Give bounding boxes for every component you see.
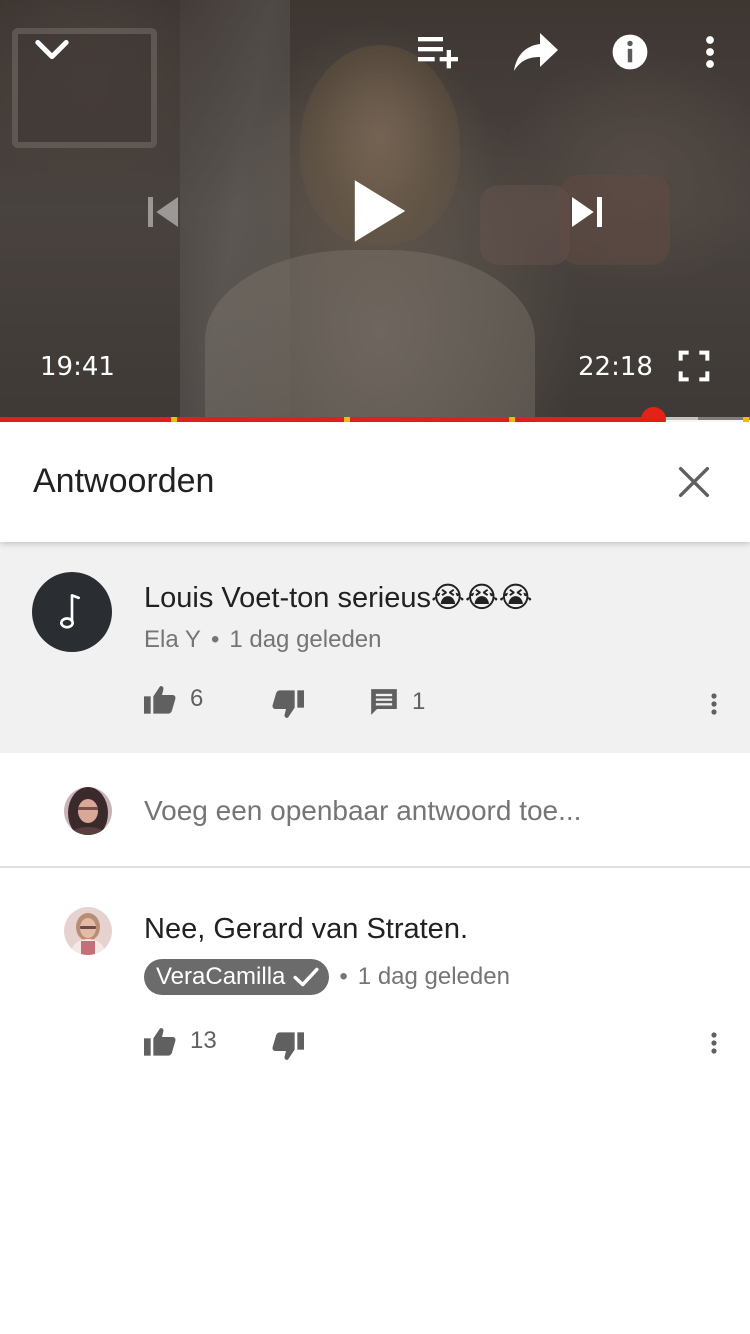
reply-input-row: [0, 753, 750, 868]
thumbs-up-icon: [144, 1028, 176, 1056]
thumbs-down-icon: [272, 1032, 304, 1060]
comment-time: 1 dag geleden: [229, 626, 382, 653]
current-time: 19:41: [40, 352, 115, 382]
channel-owner-badge[interactable]: VeraCamilla: [144, 959, 330, 995]
close-replies-button[interactable]: [666, 454, 722, 510]
avatar[interactable]: [32, 572, 112, 652]
replies-count-button[interactable]: 1: [370, 688, 425, 716]
thumbs-down-icon: [272, 690, 304, 718]
reply-count: 1: [412, 688, 426, 715]
meta-separator: •: [339, 963, 348, 990]
like-count: 13: [190, 1027, 217, 1054]
info-button[interactable]: [604, 26, 656, 78]
reply-time: 1 dag geleden: [357, 963, 510, 990]
video-player[interactable]: 19:41 22:18: [0, 0, 750, 420]
replies-header: Antwoorden: [0, 422, 750, 542]
reply-item: Nee, Gerard van Straten. VeraCamilla • 1…: [0, 870, 750, 1090]
more-vert-icon: [711, 1032, 717, 1054]
previous-button[interactable]: [136, 185, 190, 239]
chevron-down-icon: [35, 40, 69, 60]
avatar[interactable]: [64, 907, 112, 955]
previous-icon: [148, 197, 178, 227]
user-avatar: [64, 787, 112, 835]
dislike-button[interactable]: [272, 690, 304, 720]
duration: 22:18: [578, 352, 653, 382]
verified-check-icon: [293, 967, 319, 987]
like-count: 6: [190, 685, 204, 712]
info-icon: [612, 34, 648, 70]
more-vert-icon: [711, 693, 717, 715]
comment-icon: [371, 689, 397, 715]
close-icon: [678, 466, 710, 498]
reply-meta: VeraCamilla • 1 dag geleden: [144, 959, 510, 995]
next-icon: [572, 197, 602, 227]
next-button[interactable]: [560, 185, 614, 239]
comment-text: Louis Voet-ton serieus😭😭😭: [144, 582, 533, 614]
reply-more-button[interactable]: [694, 1018, 734, 1068]
meta-separator: •: [210, 626, 220, 653]
reply-input[interactable]: [144, 789, 724, 833]
play-button[interactable]: [340, 168, 420, 254]
reply-author: VeraCamilla: [156, 963, 286, 990]
more-options-button[interactable]: [690, 26, 730, 78]
music-note-icon: [59, 594, 80, 629]
comment-meta: Ela Y • 1 dag geleden: [144, 626, 382, 654]
dislike-button[interactable]: [272, 1032, 304, 1062]
like-button[interactable]: 13: [144, 1026, 217, 1056]
more-vert-icon: [706, 36, 714, 68]
like-button[interactable]: 6: [144, 684, 203, 714]
replies-title: Antwoorden: [33, 462, 215, 500]
thumbs-up-icon: [144, 686, 176, 714]
comment-more-button[interactable]: [694, 679, 734, 729]
add-to-queue-button[interactable]: [410, 26, 466, 78]
minimize-button[interactable]: [26, 24, 78, 76]
fullscreen-icon: [678, 350, 710, 382]
play-icon: [354, 180, 406, 242]
share-icon: [514, 33, 558, 71]
fullscreen-button[interactable]: [672, 344, 716, 388]
parent-comment: Louis Voet-ton serieus😭😭😭 Ela Y • 1 dag …: [0, 542, 750, 753]
share-button[interactable]: [508, 26, 564, 78]
comment-author[interactable]: Ela Y: [144, 626, 201, 654]
add-to-queue-icon: [418, 37, 458, 69]
reply-text: Nee, Gerard van Straten.: [144, 913, 468, 945]
